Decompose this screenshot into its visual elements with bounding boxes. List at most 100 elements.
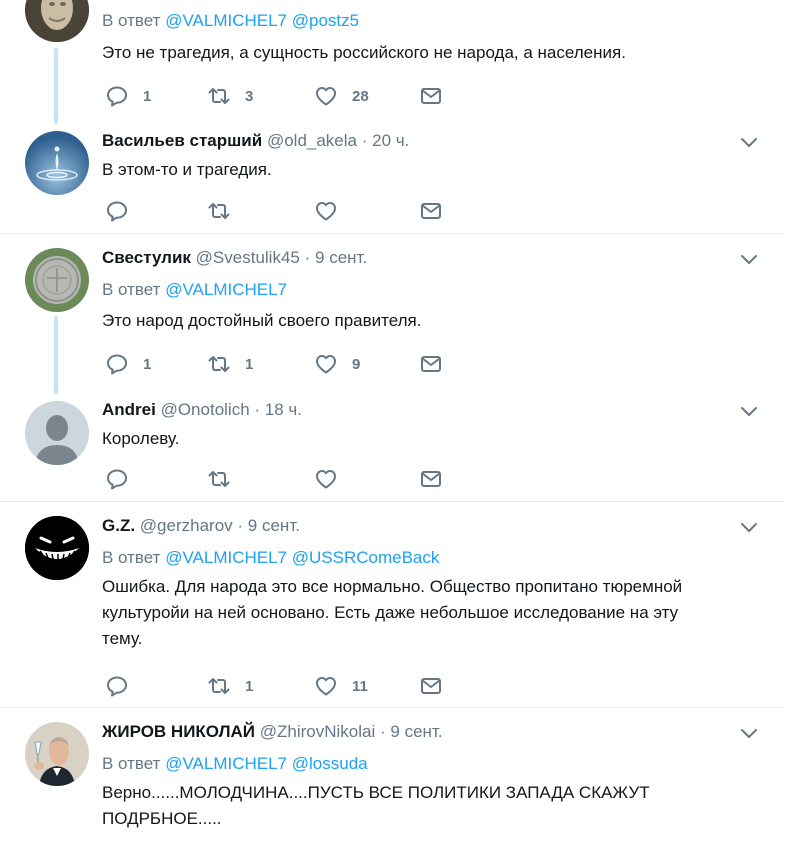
- tweet-5[interactable]: ЖИРОВ НИКОЛАЙ @ZhirovNikolai · 9 сент. В…: [0, 708, 785, 841]
- direct-message-button[interactable]: [419, 351, 443, 377]
- mention-link[interactable]: @VALMICHEL7: [165, 11, 287, 30]
- reply-icon: [105, 84, 129, 108]
- direct-message-button[interactable]: [419, 466, 443, 492]
- retweet-button[interactable]: [207, 466, 245, 492]
- tweet-header: ЖИРОВ НИКОЛАЙ @ZhirovNikolai · 9 сент.: [102, 721, 765, 745]
- mention-link[interactable]: @USSRComeBack: [292, 548, 440, 567]
- default-user-icon[interactable]: [25, 401, 89, 465]
- reply-to: В ответ @VALMICHEL7 @postz5: [102, 11, 360, 30]
- tweet-header: Andrei @Onotolich · 18 ч.: [102, 399, 765, 423]
- heart-icon: [314, 84, 338, 108]
- retweet-icon: [207, 674, 231, 698]
- like-button[interactable]: 9: [314, 351, 360, 377]
- envelope-icon: [419, 352, 443, 376]
- user-handle[interactable]: @Svestulik45: [196, 248, 300, 267]
- like-count: 28: [352, 87, 369, 105]
- separator-dot: ·: [380, 722, 386, 741]
- user-name[interactable]: ЖИРОВ НИКОЛАЙ: [102, 722, 255, 741]
- retweet-count: 1: [245, 355, 254, 373]
- retweet-count: 1: [245, 677, 254, 695]
- timestamp[interactable]: 9 сент.: [390, 722, 442, 741]
- tweet-0[interactable]: В ответ @VALMICHEL7 @postz5 Это не траге…: [0, 0, 785, 124]
- mention-link[interactable]: @VALMICHEL7: [165, 280, 287, 299]
- user-name[interactable]: Andrei: [102, 400, 156, 419]
- envelope-icon: [419, 467, 443, 491]
- heart-icon: [314, 352, 338, 376]
- direct-message-button[interactable]: [419, 83, 443, 109]
- tweet-text: Верно......МОЛОДЧИНА....ПУСТЬ ВСЕ ПОЛИТИ…: [102, 783, 650, 828]
- heart-icon: [314, 467, 338, 491]
- tweet-text: Это народ достойный своего правителя.: [102, 311, 422, 330]
- man-with-glass-icon[interactable]: [25, 722, 89, 786]
- tweet-2[interactable]: Свестулик @Svestulik45 · 9 сент. В ответ…: [0, 234, 785, 394]
- reply-to: В ответ @VALMICHEL7: [102, 280, 288, 299]
- user-name[interactable]: G.Z.: [102, 516, 135, 535]
- grin-face-icon[interactable]: [25, 516, 89, 580]
- like-button[interactable]: 28: [314, 83, 369, 109]
- thread-line: [54, 316, 58, 394]
- thread-line: [54, 48, 58, 124]
- tweet-4[interactable]: G.Z. @gerzharov · 9 сент. В ответ @VALMI…: [0, 502, 785, 708]
- tweet-text: Королеву.: [102, 429, 180, 448]
- tweet-header: Васильев старший @old_akela · 20 ч.: [102, 130, 765, 154]
- chevron-down-icon[interactable]: [737, 721, 761, 745]
- reply-icon: [105, 199, 129, 223]
- chevron-down-icon[interactable]: [737, 515, 761, 539]
- direct-message-button[interactable]: [419, 673, 443, 699]
- chevron-down-icon[interactable]: [737, 247, 761, 271]
- reply-button[interactable]: [105, 198, 143, 224]
- user-handle[interactable]: @old_akela: [267, 131, 357, 150]
- timestamp[interactable]: 9 сент.: [248, 516, 300, 535]
- reply-count: 1: [143, 355, 152, 373]
- separator-dot: ·: [304, 248, 311, 267]
- separator-dot: ·: [254, 400, 261, 419]
- retweet-button[interactable]: 1: [207, 351, 253, 377]
- like-button[interactable]: [314, 466, 352, 492]
- retweet-button[interactable]: 3: [207, 83, 253, 109]
- tweet-1[interactable]: Васильев старший @old_akela · 20 ч. В эт…: [0, 120, 785, 234]
- heart-icon: [314, 199, 338, 223]
- statue-icon[interactable]: [25, 0, 89, 42]
- like-button[interactable]: 11: [314, 673, 368, 699]
- mention-link[interactable]: @VALMICHEL7: [165, 754, 287, 773]
- mention-link[interactable]: @lossuda: [292, 754, 368, 773]
- tweet-header: Свестулик @Svestulik45 · 9 сент.: [102, 247, 765, 271]
- reply-count: 1: [143, 87, 152, 105]
- reply-icon: [105, 352, 129, 376]
- separator-dot: ·: [237, 516, 244, 535]
- tweet-text: Это не трагедия, а сущность российского …: [102, 43, 626, 62]
- user-handle[interactable]: @ZhirovNikolai: [260, 722, 376, 741]
- tweet-text: В этом-то и трагедия.: [102, 160, 272, 179]
- reply-icon: [105, 467, 129, 491]
- user-handle[interactable]: @gerzharov: [140, 516, 233, 535]
- reply-button[interactable]: 1: [105, 83, 151, 109]
- reply-button[interactable]: [105, 466, 143, 492]
- reply-button[interactable]: [105, 673, 143, 699]
- user-handle[interactable]: @Onotolich: [161, 400, 250, 419]
- reply-to: В ответ @VALMICHEL7 @USSRComeBack: [102, 548, 440, 567]
- retweet-button[interactable]: [207, 198, 245, 224]
- separator-dot: ·: [361, 131, 368, 150]
- retweet-icon: [207, 199, 231, 223]
- water-drop-icon[interactable]: [25, 131, 89, 195]
- user-name[interactable]: Свестулик: [102, 248, 191, 267]
- tweet-header: G.Z. @gerzharov · 9 сент.: [102, 515, 765, 539]
- like-count: 9: [352, 355, 361, 373]
- tweet-3[interactable]: Andrei @Onotolich · 18 ч. Королеву.: [0, 386, 785, 502]
- retweet-icon: [207, 84, 231, 108]
- tweet-text: Ошибка. Для народа это все нормально. Об…: [102, 577, 683, 648]
- reply-button[interactable]: 1: [105, 351, 151, 377]
- mention-link[interactable]: @postz5: [292, 11, 359, 30]
- chevron-down-icon[interactable]: [737, 130, 761, 154]
- reply-icon: [105, 674, 129, 698]
- timestamp[interactable]: 9 сент.: [315, 248, 367, 267]
- chevron-down-icon[interactable]: [737, 399, 761, 423]
- timestamp[interactable]: 20 ч.: [372, 131, 409, 150]
- user-name[interactable]: Васильев старший: [102, 131, 262, 150]
- coin-icon[interactable]: [25, 248, 89, 312]
- like-button[interactable]: [314, 198, 352, 224]
- mention-link[interactable]: @VALMICHEL7: [165, 548, 287, 567]
- timestamp[interactable]: 18 ч.: [265, 400, 302, 419]
- direct-message-button[interactable]: [419, 198, 443, 224]
- retweet-button[interactable]: 1: [207, 673, 253, 699]
